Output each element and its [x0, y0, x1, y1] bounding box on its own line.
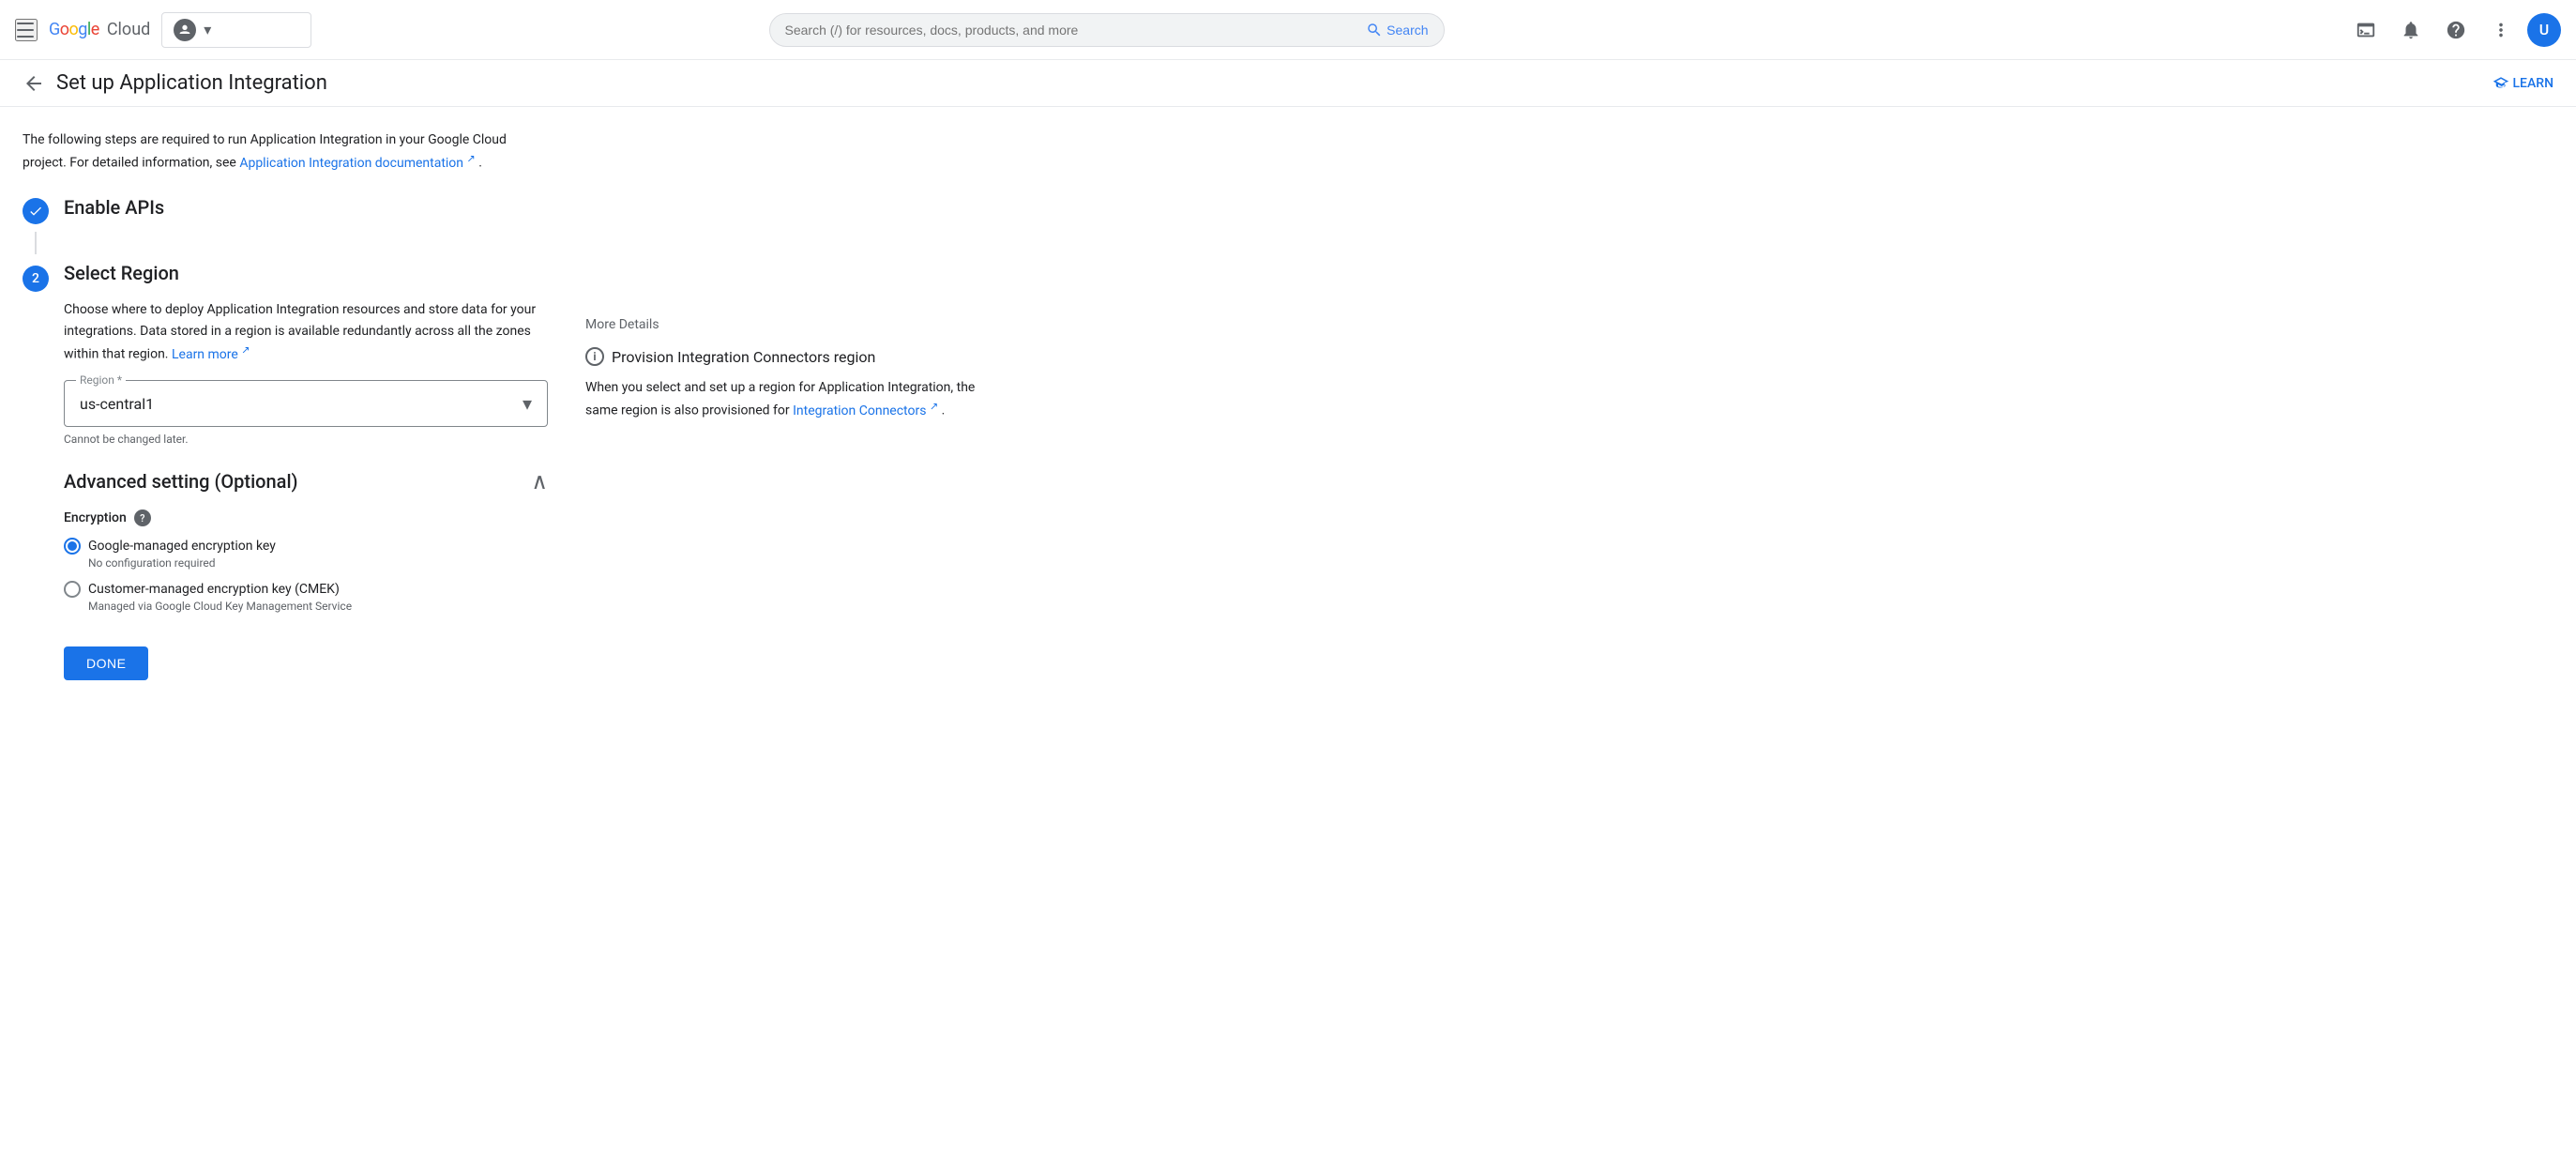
collapse-icon: ∧	[531, 468, 548, 494]
dropdown-arrow-icon: ▾	[523, 392, 532, 415]
google-managed-option: Google-managed encryption key No configu…	[64, 538, 548, 570]
google-managed-label: Google-managed encryption key	[88, 539, 276, 554]
user-avatar[interactable]: U	[2527, 13, 2561, 47]
notifications-icon	[2401, 20, 2421, 40]
provision-title: Provision Integration Connectors region	[612, 348, 875, 366]
help-button[interactable]	[2437, 11, 2475, 49]
provision-header: i Provision Integration Connectors regio…	[585, 347, 1009, 366]
step-1-item: Enable APIs	[23, 196, 548, 224]
intro-link[interactable]: Application Integration documentation ↗	[239, 156, 478, 171]
more-options-button[interactable]	[2482, 11, 2520, 49]
sub-header: Set up Application Integration LEARN	[0, 60, 2576, 107]
step-2-item: 2 Select Region	[23, 262, 548, 292]
search-label: Search	[1386, 23, 1428, 38]
step-2-content: Choose where to deploy Application Integ…	[64, 299, 548, 680]
chevron-down-icon: ▾	[204, 21, 211, 38]
google-managed-radio[interactable]: Google-managed encryption key	[64, 538, 548, 555]
step-2-number: 2	[23, 266, 49, 292]
left-panel: The following steps are required to run …	[23, 129, 548, 680]
more-vert-icon	[2491, 20, 2511, 40]
search-input[interactable]	[785, 23, 1359, 38]
back-arrow-icon	[23, 72, 45, 95]
intro-text: The following steps are required to run …	[23, 129, 548, 174]
integration-connectors-link[interactable]: Integration Connectors ↗	[793, 403, 942, 418]
region-select-row: us-central1 ▾	[80, 392, 532, 415]
search-button[interactable]: Search	[1366, 22, 1428, 38]
encryption-label: Encryption ?	[64, 509, 548, 526]
learn-link[interactable]: LEARN	[2493, 75, 2554, 92]
help-icon	[2446, 20, 2466, 40]
region-value: us-central1	[80, 395, 154, 413]
learn-more-ext-icon: ↗	[241, 343, 250, 356]
info-icon: i	[585, 347, 604, 366]
region-label: Region *	[76, 373, 126, 387]
step-1-check	[23, 198, 49, 224]
provision-description: When you select and set up a region for …	[585, 377, 1009, 421]
main-content: The following steps are required to run …	[0, 107, 1032, 703]
search-bar: Search	[769, 13, 1445, 47]
top-nav: Google Cloud ▾ Search	[0, 0, 2576, 60]
cmek-sublabel: Managed via Google Cloud Key Management …	[88, 600, 548, 613]
help-tooltip-icon[interactable]: ?	[134, 509, 151, 526]
nav-icons: U	[2347, 11, 2561, 49]
more-details-title: More Details	[585, 317, 1009, 332]
done-button[interactable]: DONE	[64, 646, 148, 680]
page-title: Set up Application Integration	[56, 71, 327, 95]
advanced-settings-header[interactable]: Advanced setting (Optional) ∧	[64, 468, 548, 494]
terminal-button[interactable]	[2347, 11, 2385, 49]
back-button[interactable]	[23, 72, 45, 95]
project-avatar	[174, 19, 196, 41]
right-panel: More Details i Provision Integration Con…	[585, 129, 1009, 680]
search-icon	[1366, 22, 1383, 38]
school-icon	[2493, 75, 2509, 92]
step-2-description: Choose where to deploy Application Integ…	[64, 299, 548, 365]
notifications-button[interactable]	[2392, 11, 2430, 49]
cmek-radio[interactable]: Customer-managed encryption key (CMEK)	[64, 581, 548, 598]
step-1-title: Enable APIs	[64, 196, 164, 219]
cmek-label: Customer-managed encryption key (CMEK)	[88, 582, 340, 597]
google-cloud-logo[interactable]: Google Cloud	[49, 20, 150, 39]
provision-card: i Provision Integration Connectors regio…	[585, 347, 1009, 421]
learn-more-link[interactable]: Learn more ↗	[172, 347, 250, 362]
terminal-icon	[2356, 20, 2376, 40]
region-selector[interactable]: Region * us-central1 ▾	[64, 380, 548, 427]
learn-label: LEARN	[2513, 76, 2554, 91]
cmek-option: Customer-managed encryption key (CMEK) M…	[64, 581, 548, 613]
step-connector	[35, 232, 37, 254]
radio-google-managed[interactable]	[64, 538, 81, 555]
cloud-text: Cloud	[107, 20, 150, 39]
project-selector[interactable]: ▾	[161, 12, 311, 48]
external-link-icon: ↗	[467, 152, 476, 164]
hamburger-button[interactable]	[15, 19, 38, 41]
radio-cmek[interactable]	[64, 581, 81, 598]
connectors-ext-icon: ↗	[930, 400, 938, 412]
advanced-title: Advanced setting (Optional)	[64, 470, 298, 493]
google-managed-sublabel: No configuration required	[88, 556, 548, 570]
step-2-title: Select Region	[64, 262, 179, 284]
check-icon	[28, 204, 43, 219]
region-note: Cannot be changed later.	[64, 433, 548, 446]
